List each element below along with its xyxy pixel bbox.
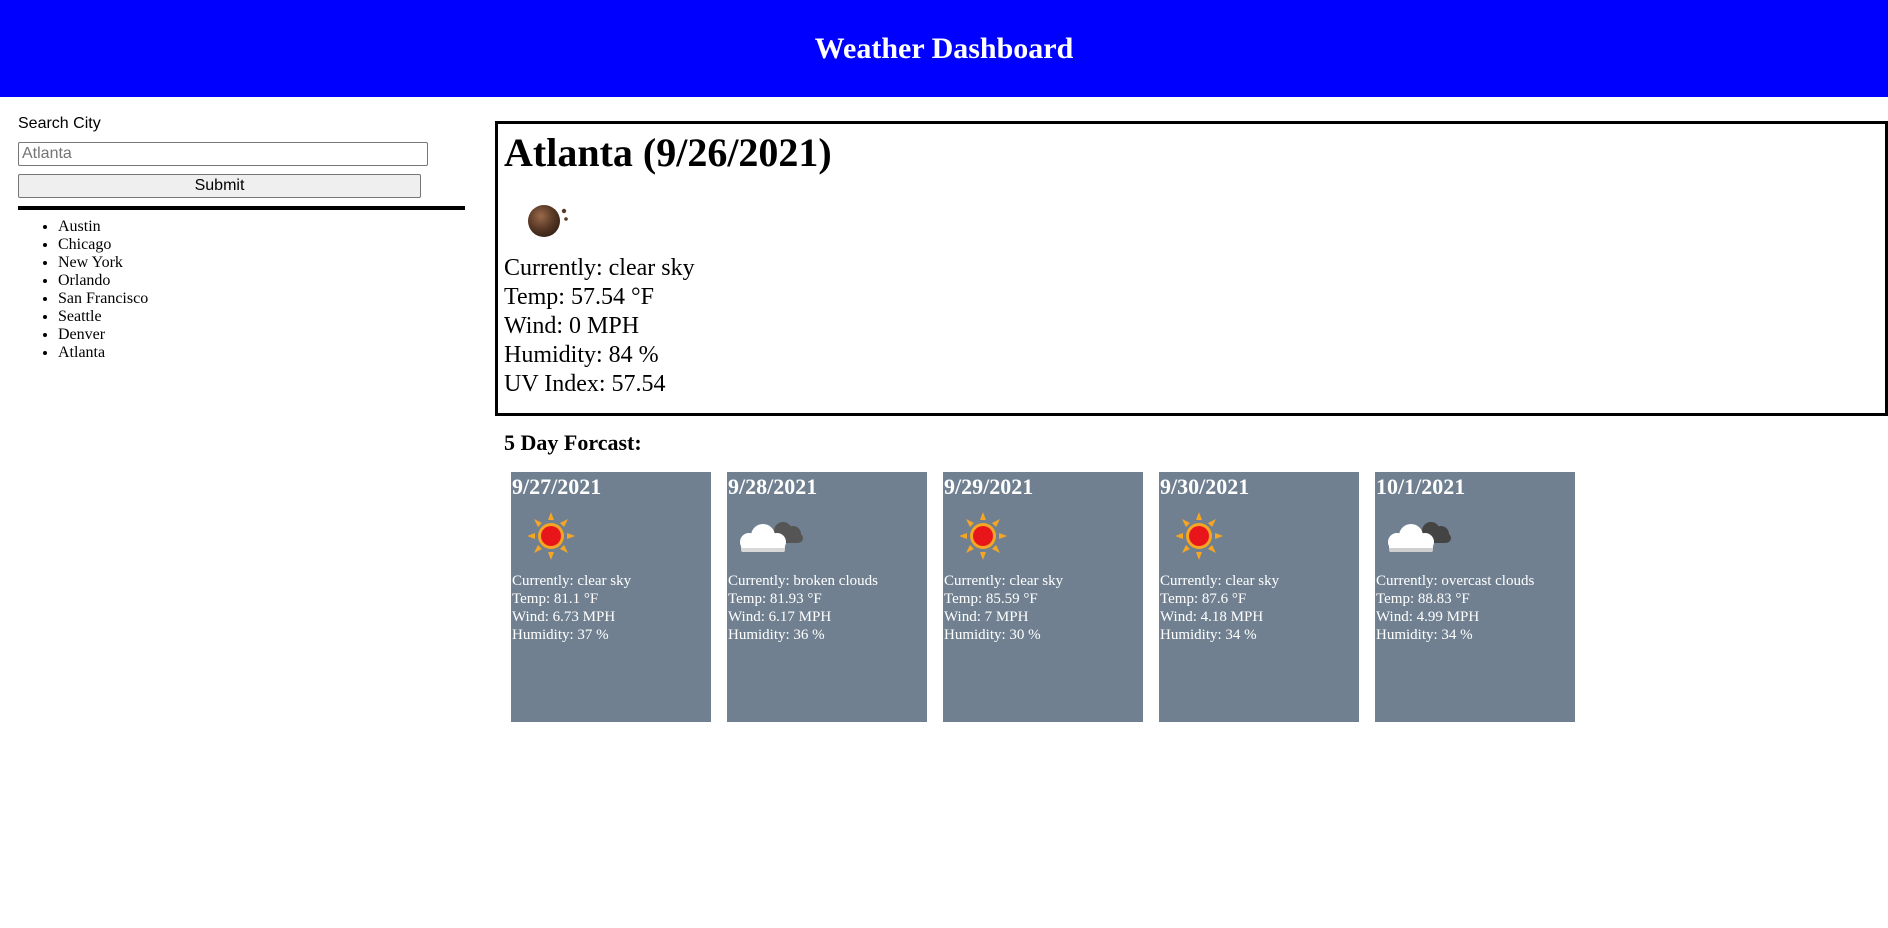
current-city-title: Atlanta (9/26/2021) xyxy=(504,130,832,175)
search-city-label: Search City xyxy=(18,115,101,132)
forecast-wind: Wind: 4.99 MPH xyxy=(1376,609,1480,625)
forecast-temp: Temp: 81.93 °F xyxy=(728,591,822,607)
forecast-description: Currently: broken clouds xyxy=(728,573,878,589)
overcast-clouds-icon xyxy=(1375,500,1475,572)
forecast-temp: Temp: 81.1 °F xyxy=(512,591,599,607)
search-input[interactable] xyxy=(18,142,428,166)
forecast-temp: Temp: 85.59 °F xyxy=(944,591,1038,607)
forecast-humidity: Humidity: 34 % xyxy=(1376,627,1473,643)
current-wind: Wind: 0 MPH xyxy=(504,313,640,339)
forecast-wind: Wind: 7 MPH xyxy=(944,609,1029,625)
forecast-card: 9/29/2021 Currently: clear sky Temp: 85.… xyxy=(943,472,1143,722)
page-title: Weather Dashboard xyxy=(814,31,1074,65)
sun-icon xyxy=(943,500,1043,572)
forecast-humidity: Humidity: 36 % xyxy=(728,627,825,643)
night-clear-icon xyxy=(504,184,604,254)
city-history-list: Austin Chicago New York Orlando San Fran… xyxy=(18,218,465,362)
city-history-item[interactable]: Austin xyxy=(58,218,465,236)
forecast-card: 9/27/2021 Currently: clear sky Temp: 81.… xyxy=(511,472,711,722)
forecast-cards: 9/27/2021 Currently: clear sky Temp: 81.… xyxy=(511,472,1575,722)
forecast-wind: Wind: 6.73 MPH xyxy=(512,609,616,625)
sidebar: Search City Submit Austin Chicago New Yo… xyxy=(18,114,465,362)
sun-icon xyxy=(1159,500,1259,572)
city-history-item[interactable]: Atlanta xyxy=(58,344,465,362)
forecast-card: 10/1/2021 Currently: overcast clouds Tem… xyxy=(1375,472,1575,722)
current-weather-panel: Atlanta (9/26/2021) Currently: clear sky… xyxy=(495,121,1888,416)
broken-clouds-icon xyxy=(727,500,827,572)
forecast-temp: Temp: 87.6 °F xyxy=(1160,591,1247,607)
city-history-item[interactable]: Orlando xyxy=(58,272,465,290)
forecast-date: 10/1/2021 xyxy=(1376,474,1466,499)
city-history-item[interactable]: San Francisco xyxy=(58,290,465,308)
forecast-temp: Temp: 88.83 °F xyxy=(1376,591,1470,607)
sidebar-divider xyxy=(18,206,465,210)
city-history-item[interactable]: Seattle xyxy=(58,308,465,326)
submit-button[interactable]: Submit xyxy=(18,174,421,198)
forecast-date: 9/28/2021 xyxy=(728,474,818,499)
forecast-description: Currently: clear sky xyxy=(944,573,1064,589)
forecast-description: Currently: clear sky xyxy=(1160,573,1280,589)
forecast-title: 5 Day Forcast: xyxy=(504,430,642,455)
forecast-date: 9/30/2021 xyxy=(1160,474,1250,499)
city-history-item[interactable]: New York xyxy=(58,254,465,272)
forecast-card: 9/28/2021 Currently: broken clouds Temp:… xyxy=(727,472,927,722)
forecast-date: 9/27/2021 xyxy=(512,474,602,499)
forecast-description: Currently: clear sky xyxy=(512,573,632,589)
forecast-humidity: Humidity: 30 % xyxy=(944,627,1041,643)
current-temp: Temp: 57.54 °F xyxy=(504,284,654,310)
forecast-humidity: Humidity: 37 % xyxy=(512,627,609,643)
forecast-wind: Wind: 4.18 MPH xyxy=(1160,609,1264,625)
header-bar: Weather Dashboard xyxy=(0,0,1888,97)
forecast-date: 9/29/2021 xyxy=(944,474,1034,499)
city-history-item[interactable]: Denver xyxy=(58,326,465,344)
forecast-wind: Wind: 6.17 MPH xyxy=(728,609,832,625)
current-description: Currently: clear sky xyxy=(504,255,695,281)
forecast-description: Currently: overcast clouds xyxy=(1376,573,1535,589)
current-humidity: Humidity: 84 % xyxy=(504,342,659,368)
city-history-item[interactable]: Chicago xyxy=(58,236,465,254)
forecast-humidity: Humidity: 34 % xyxy=(1160,627,1257,643)
forecast-card: 9/30/2021 Currently: clear sky Temp: 87.… xyxy=(1159,472,1359,722)
current-uv-index: UV Index: 57.54 xyxy=(504,371,666,397)
sun-icon xyxy=(511,500,611,572)
